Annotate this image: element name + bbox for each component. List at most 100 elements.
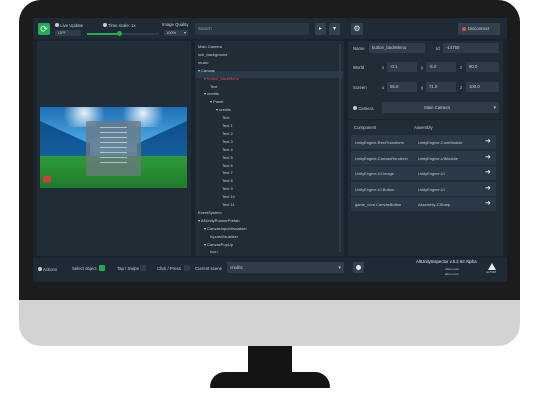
about-button[interactable] <box>353 262 364 273</box>
world-y-axis: y <box>421 65 424 70</box>
camera-select[interactable]: Main Camera ▾ <box>382 102 499 113</box>
tree-item[interactable]: Text 10 <box>222 195 235 199</box>
tree-item[interactable]: ▾ CanvasInputVisualiser <box>204 226 247 231</box>
screen-y-field[interactable]: 71.0 <box>426 82 456 92</box>
image-quality-select[interactable]: 100% ▾ <box>164 30 188 36</box>
image-quality-label: Image Quality <box>162 22 189 27</box>
tree-item[interactable]: EventSystem <box>198 210 222 215</box>
hierarchy-scrollbar[interactable] <box>339 44 341 252</box>
component-assembly: UnityEngine.UI <box>418 186 445 192</box>
altom-logo: ALTOM <box>486 263 499 275</box>
monitor-stand-neck <box>248 346 292 372</box>
chevron-down-icon: ▾ <box>332 26 336 32</box>
image-quality-value: 100% <box>166 30 177 35</box>
info-icon <box>353 106 357 110</box>
game-back-button[interactable] <box>43 176 51 182</box>
tree-item[interactable]: Icon <box>210 250 218 254</box>
chevron-down-icon: ▾ <box>183 30 186 35</box>
screen-z-field[interactable]: 100.0 <box>466 82 499 92</box>
click-press-toggle[interactable] <box>184 265 190 271</box>
altom-logo-mark <box>488 263 496 270</box>
camera-label-group: Camera <box>353 106 374 111</box>
search-options-button[interactable]: ▾ <box>329 23 340 35</box>
world-z-field[interactable]: 90.0 <box>466 62 499 72</box>
select-object-label: Select object <box>72 266 97 271</box>
open-component-icon[interactable]: ➜ <box>485 200 492 208</box>
name-field[interactable]: button_backMenu <box>369 43 425 53</box>
screen-x-field[interactable]: 55.0 <box>387 82 417 92</box>
time-scale-handle[interactable] <box>116 31 122 36</box>
tree-item[interactable]: Text 4 <box>222 147 233 152</box>
id-field[interactable]: -14750 <box>443 43 499 53</box>
tree-item[interactable]: Text 2 <box>222 131 233 136</box>
tree-item[interactable]: InputsVisualiser <box>210 234 238 239</box>
refresh-button[interactable]: ⟳ <box>38 23 50 35</box>
search-input[interactable]: Search <box>195 23 309 35</box>
tree-item[interactable]: ▾ CanvasPopUp <box>204 242 233 247</box>
tree-item[interactable]: ▾ credits <box>204 92 219 96</box>
live-update-value: OFF <box>58 30 66 35</box>
tap-swipe-toggle[interactable] <box>140 265 146 271</box>
tree-item[interactable]: Main Camera <box>198 45 222 49</box>
scene-select[interactable]: credits ▾ <box>227 262 344 273</box>
tree-item[interactable]: ▾ Canvas <box>198 68 215 73</box>
tap-swipe-label: Tap / Swipe <box>117 266 140 271</box>
open-component-icon[interactable]: ➜ <box>485 138 492 146</box>
component-column-header: Component <box>354 125 377 130</box>
time-scale-slider[interactable] <box>87 31 159 36</box>
tree-item[interactable]: ▾ AltUnityRunnerPrefab <box>198 218 240 223</box>
tree-item-selected[interactable]: ▾ button_backMenu <box>204 76 239 81</box>
disconnect-label: Disconnect <box>468 26 490 31</box>
open-component-icon[interactable]: ➜ <box>485 154 492 162</box>
credits-overlay <box>86 121 141 176</box>
chevron-down-icon: ▾ <box>493 105 496 111</box>
tree-item[interactable]: Text 7 <box>222 171 233 175</box>
id-value: -14750 <box>446 45 460 50</box>
tree-item[interactable]: music <box>198 60 208 65</box>
credits-overlay-lines <box>100 127 127 167</box>
tree-item[interactable]: Text 5 <box>222 155 233 160</box>
component-row: UnityEngine.UI.Image UnityEngine.UI ➜ <box>351 166 496 180</box>
tree-item[interactable]: Text <box>210 84 217 89</box>
name-label: Name <box>353 46 365 51</box>
game-screenshot[interactable] <box>40 107 187 188</box>
time-scale-text: Time scale: 1x <box>108 23 136 28</box>
screen-x-axis: x <box>382 85 385 90</box>
world-x-field[interactable]: -0.1 <box>387 62 417 72</box>
live-update-toggle[interactable]: OFF <box>55 30 81 36</box>
component-name: UnityEngine.RectTransform <box>355 140 404 145</box>
component-row: UnityEngine.UI.Button UnityEngine.UI ➜ <box>351 181 496 196</box>
live-update-group: Live Update <box>55 23 83 28</box>
tree-item[interactable]: sch_background <box>198 52 227 57</box>
select-object-toggle[interactable] <box>99 265 105 271</box>
id-label: Id <box>436 46 440 51</box>
screen-y-value: 71.0 <box>429 84 438 89</box>
tree-item[interactable]: ▾ Panel <box>210 100 223 104</box>
component-name: game_core.CanvasButton <box>355 202 402 207</box>
tree-item[interactable]: Text 8 <box>222 179 233 183</box>
tree-item[interactable]: Text 6 <box>222 163 233 168</box>
component-assembly: UnityEngine.UIModule <box>418 155 458 161</box>
component-assembly: UnityEngine.CoreModule <box>418 140 463 145</box>
tree-item[interactable]: ▾ credits <box>216 108 231 112</box>
search-next-button[interactable]: ▸ <box>315 23 326 35</box>
world-y-field[interactable]: -5.0 <box>426 62 456 72</box>
open-component-icon[interactable]: ➜ <box>485 169 492 177</box>
tree-item[interactable]: Text <box>222 116 229 120</box>
screen-label: Screen <box>353 85 367 90</box>
component-assembly: UnityEngine.UI <box>418 171 445 176</box>
open-component-icon[interactable]: ➜ <box>485 185 492 193</box>
settings-button[interactable]: ⚙ <box>351 23 363 35</box>
tree-item[interactable]: Text 3 <box>222 139 233 144</box>
screen-x-value: 55.0 <box>390 84 399 89</box>
tree-item[interactable]: Text 1 <box>222 124 233 128</box>
name-value: button_backMenu <box>372 45 407 50</box>
world-z-axis: z <box>460 65 463 70</box>
tree-item[interactable]: Text 11 <box>222 203 235 207</box>
info-icon <box>103 23 107 27</box>
component-name: UnityEngine.CanvasRenderer <box>355 155 408 161</box>
tree-item[interactable]: Text 9 <box>222 187 233 191</box>
disconnect-button[interactable]: Disconnect <box>458 23 500 35</box>
camera-label: Camera <box>358 106 374 111</box>
disconnect-dot-icon <box>462 27 466 31</box>
